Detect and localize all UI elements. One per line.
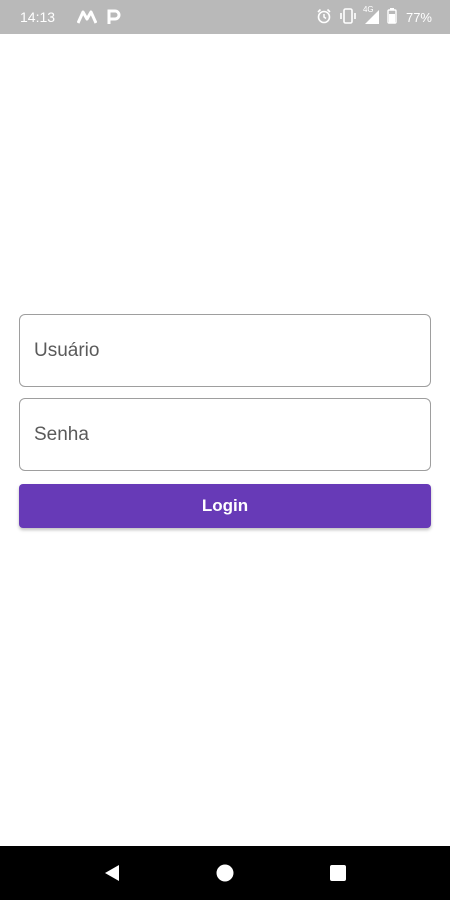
signal-icon: 4G: [363, 5, 380, 25]
battery-icon: [387, 7, 397, 27]
vibrate-icon: [339, 7, 357, 27]
battery-percentage: 77%: [405, 9, 432, 25]
status-left: 14:13: [20, 9, 121, 25]
password-field[interactable]: [19, 398, 431, 471]
login-button[interactable]: Login: [19, 484, 431, 528]
m-app-icon: [77, 10, 98, 24]
status-right: 4G 77%: [316, 5, 432, 27]
home-icon[interactable]: [214, 862, 236, 884]
username-field[interactable]: [19, 314, 431, 387]
back-icon[interactable]: [101, 862, 123, 884]
p-app-icon: [107, 9, 121, 25]
alarm-icon: [316, 8, 332, 27]
status-bar: 14:13 4G 77%: [0, 0, 450, 34]
navigation-bar: [0, 846, 450, 900]
network-type: 4G: [362, 5, 374, 14]
recents-icon[interactable]: [327, 862, 349, 884]
login-screen: 14:13 4G 77% Usuário Login: [0, 0, 450, 900]
status-time: 14:13: [20, 9, 56, 25]
